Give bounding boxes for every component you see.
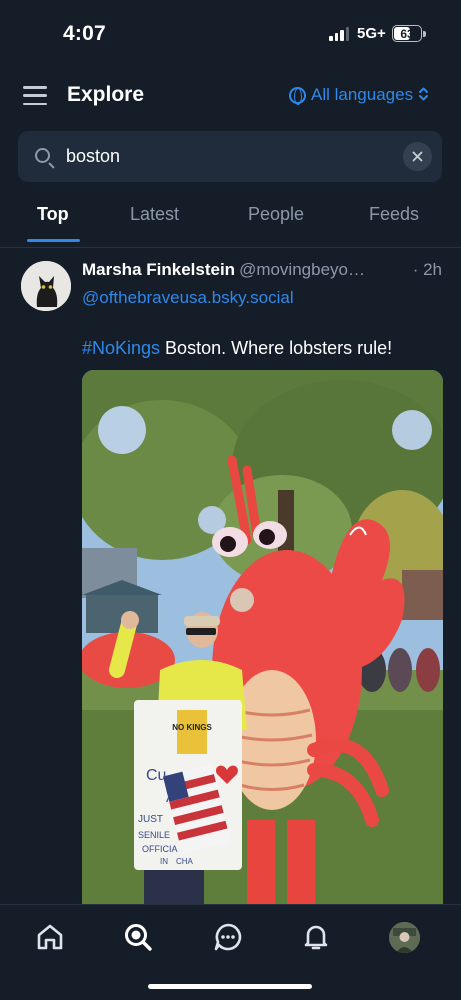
chat-icon [214,923,242,951]
explore-header: Explore All languages [0,72,461,120]
tab-people[interactable]: People [248,204,304,225]
tab-latest[interactable]: Latest [130,204,179,225]
hamburger-menu-icon[interactable] [23,86,47,105]
sign-line-4: OFFICIA [142,844,178,854]
globe-icon [289,86,306,105]
nav-notifications-button[interactable] [300,921,332,953]
battery-percent: 63 [400,26,414,41]
sign-line-0: Cu [146,767,166,784]
sign-line-3: SENILE [138,830,170,840]
post-timestamp: · 2h [406,260,442,280]
battery-icon: 63 [392,25,422,42]
author-line: Marsha Finkelstein @movingbeyo… [82,260,442,280]
nav-search-button[interactable] [122,921,154,953]
nav-chat-button[interactable] [212,921,244,953]
battery-nub [423,31,426,37]
home-icon [37,924,63,950]
author-avatar[interactable] [21,261,71,311]
status-bar: 4:07 5G+ 63 [0,0,461,66]
home-indicator [148,984,312,989]
black-cat-avatar [21,261,71,311]
post-image[interactable]: NO KINGS Cu A JUST SENILE OFFICIA IN CHA [82,370,443,904]
post-body: Boston. Where lobsters rule! [160,338,393,358]
mention-link[interactable]: @ofthebraveusa.bsky.social [82,288,294,308]
lobster-protest-photo: NO KINGS Cu A JUST SENILE OFFICIA IN CHA [82,370,443,904]
network-type: 5G+ [357,25,386,42]
tab-top[interactable]: Top [37,204,69,225]
author-handle[interactable]: @movingbeyo… [239,260,365,279]
status-time: 4:07 [63,22,106,45]
search-input[interactable]: boston [66,146,120,167]
search-tabs: Top Latest People Feeds [0,192,461,244]
author-name[interactable]: Marsha Finkelstein [82,260,235,279]
nav-home-button[interactable] [34,921,66,953]
sign-line-6: CHA [176,857,194,866]
cellular-signal-icon [329,27,349,41]
search-field[interactable]: boston [18,131,442,182]
close-icon [412,151,423,162]
tab-feeds[interactable]: Feeds [369,204,419,225]
post-text: #NoKings Boston. Where lobsters rule! [82,338,392,359]
sign-line-2: JUST [138,814,163,825]
language-label: All languages [311,85,414,104]
bell-icon [304,925,328,950]
nav-profile-button[interactable] [389,922,420,953]
search-icon [125,924,152,951]
sign-line-5: IN [160,857,168,866]
post-card[interactable]: Marsha Finkelstein @movingbeyo… · 2h @oft… [0,248,461,904]
sign-no-kings-text: NO KINGS [172,723,212,732]
active-tab-indicator [27,239,80,242]
search-icon [35,148,50,163]
hashtag-link[interactable]: #NoKings [82,338,160,358]
language-selector[interactable]: All languages [289,85,429,105]
chevron-up-down-icon [418,86,429,104]
page-title: Explore [67,83,145,106]
profile-avatar [389,922,420,953]
clear-search-button[interactable] [403,142,432,171]
